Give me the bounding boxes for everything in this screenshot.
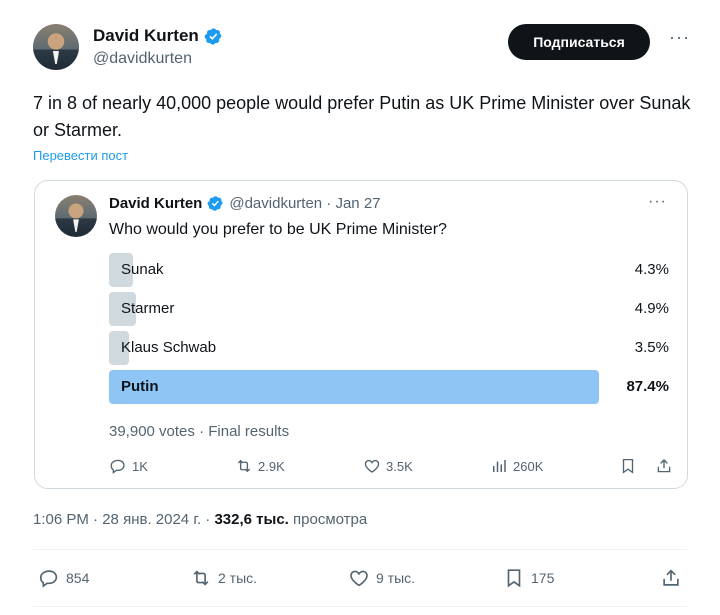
poll-footer: 39,900 votes · Final results [109, 423, 290, 440]
quoted-like-count: 3.5K [386, 458, 413, 474]
view-count: 332,6 тыс. [214, 511, 289, 528]
heart-icon [350, 570, 368, 587]
poll-option: Klaus Schwab 3.5% [109, 331, 669, 365]
author-name-row: David Kurten [93, 26, 223, 46]
retweet-count: 2 тыс. [218, 570, 258, 586]
quoted-display-name: David Kurten [109, 195, 203, 212]
poll-option-label: Klaus Schwab [121, 339, 217, 356]
tweet-time[interactable]: 1:06 PM [33, 511, 89, 528]
quoted-tweet[interactable]: David Kurten @davidkurten · Jan 27 ··· W… [34, 180, 688, 489]
tweet-action-bar: 854 2 тыс. 9 тыс. 175 [38, 567, 688, 593]
quoted-name-row: David Kurten @davidkurten · Jan 27 [109, 195, 381, 212]
tweet-date[interactable]: 28 янв. 2024 г. [102, 511, 201, 528]
divider [33, 606, 687, 607]
verified-badge-icon [207, 196, 224, 211]
quoted-share-button[interactable] [655, 457, 673, 475]
avatar[interactable] [33, 24, 79, 70]
share-icon [657, 459, 671, 473]
quoted-views-button[interactable]: 260K [490, 457, 543, 475]
views-chart-icon [493, 460, 506, 472]
bookmark-count: 175 [531, 570, 555, 586]
divider [33, 549, 687, 550]
quoted-handle-date: @davidkurten · Jan 27 [229, 195, 381, 212]
translate-link[interactable]: Перевести пост [33, 148, 128, 163]
reply-icon [39, 570, 58, 588]
poll-option-percent: 4.3% [634, 261, 669, 278]
tweet-text: 7 in 8 of nearly 40,000 people would pre… [33, 93, 691, 140]
separator: · [93, 511, 103, 528]
quoted-more-options-icon[interactable]: ··· [648, 194, 667, 210]
share-button[interactable] [660, 567, 682, 589]
poll-question: Who would you prefer to be UK Prime Mini… [109, 221, 447, 238]
bookmark-button[interactable]: 175 [503, 567, 554, 589]
reply-count: 854 [66, 570, 90, 586]
poll-option-label: Starmer [121, 300, 175, 317]
author-display-name[interactable]: David Kurten [93, 26, 199, 46]
bookmark-icon [622, 458, 634, 474]
poll-option-label: Sunak [121, 261, 164, 278]
poll-option-percent: 4.9% [634, 300, 669, 317]
share-icon [663, 569, 679, 586]
poll-option-percent: 87.4% [626, 378, 669, 395]
quoted-retweet-button[interactable]: 2.9K [235, 457, 285, 475]
retweet-button[interactable]: 2 тыс. [190, 567, 257, 589]
poll-option: Starmer 4.9% [109, 292, 669, 326]
subscribe-button[interactable]: Подписаться [508, 24, 650, 60]
quoted-action-bar: 1K 2.9K 3.5K 260K [109, 457, 675, 479]
quoted-reply-button[interactable]: 1K [109, 457, 148, 475]
quoted-view-count: 260K [513, 458, 544, 474]
reply-icon [110, 459, 125, 474]
tweet-timestamp: 1:06 PM · 28 янв. 2024 г. · 332,6 тыс. п… [33, 511, 367, 528]
quoted-avatar [55, 195, 97, 237]
quoted-like-button[interactable]: 3.5K [363, 457, 413, 475]
poll-bar-winner [109, 370, 599, 404]
bookmark-icon [507, 569, 521, 588]
poll-option-percent: 3.5% [634, 339, 669, 356]
quoted-retweet-count: 2.9K [258, 458, 285, 474]
quoted-bookmark-button[interactable] [619, 457, 637, 475]
quoted-reply-count: 1K [132, 458, 148, 474]
poll-option: Sunak 4.3% [109, 253, 669, 287]
retweet-icon [193, 570, 209, 586]
poll: Sunak 4.3% Starmer 4.9% Klaus Schwab 3.5… [109, 253, 669, 409]
retweet-icon [237, 459, 251, 473]
verified-badge-icon [204, 27, 222, 45]
views-label: просмотра [293, 511, 368, 528]
poll-option-winner: Putin 87.4% [109, 370, 669, 404]
like-button[interactable]: 9 тыс. [348, 567, 415, 589]
like-count: 9 тыс. [376, 570, 416, 586]
tweet-header: David Kurten @davidkurten Подписаться ··… [33, 22, 700, 74]
poll-option-label: Putin [121, 378, 159, 395]
heart-icon [364, 459, 380, 473]
author-handle[interactable]: @davidkurten [93, 50, 192, 68]
more-options-icon[interactable]: ··· [669, 28, 690, 46]
reply-button[interactable]: 854 [38, 567, 89, 589]
